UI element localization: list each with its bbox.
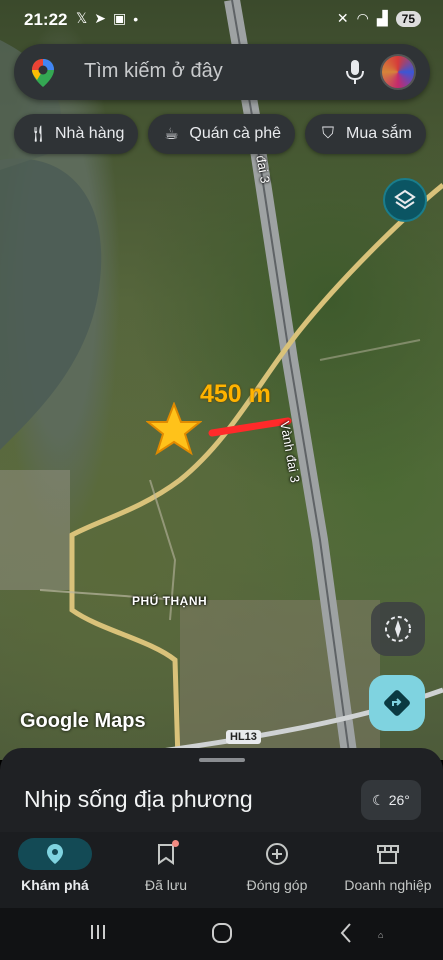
nav-label: Khám phá — [21, 877, 89, 893]
chip-label: Nhà hàng — [55, 125, 125, 142]
telegram-icon: ➤ — [94, 10, 107, 26]
sheet-title: Nhịp sống địa phương — [24, 786, 253, 812]
screenshot-icon: ▣ — [113, 10, 127, 26]
watermark-logo: ⌂ — [378, 930, 384, 940]
chip-label: Mua sắm — [346, 125, 412, 142]
chip-shopping[interactable]: ⛉ Mua sắm — [305, 114, 426, 154]
highway-badge: HL13 — [226, 730, 261, 744]
bottom-navigation: Khám phá Đã lưu Đóng góp Doanh nghiệp — [0, 832, 443, 908]
microphone-icon[interactable] — [345, 59, 365, 90]
compass-icon — [385, 616, 411, 642]
nav-label: Đóng góp — [246, 877, 308, 893]
distance-annotation: 450 m — [200, 380, 271, 408]
directions-button[interactable] — [369, 675, 425, 731]
shopping-bag-icon: ⛉ — [322, 125, 335, 142]
notification-dot — [172, 840, 179, 847]
bottom-sheet[interactable]: Nhịp sống địa phương ☾ 26° — [0, 748, 443, 832]
search-bar[interactable]: Tìm kiếm ở đây — [14, 44, 430, 100]
star-marker-icon — [145, 401, 203, 461]
home-icon[interactable] — [211, 922, 233, 949]
avatar[interactable] — [380, 54, 416, 90]
layers-icon — [394, 189, 416, 210]
chip-coffee[interactable]: ☕︎ Quán cà phê — [148, 114, 296, 154]
search-input[interactable]: Tìm kiếm ở đây — [84, 60, 223, 83]
place-label: PHÚ THẠNH — [132, 594, 208, 608]
dot-icon: • — [133, 10, 139, 27]
system-navigation-bar — [0, 908, 443, 960]
category-chips: 🍴︎ Nhà hàng ☕︎ Quán cà phê ⛉ Mua sắm — [14, 114, 426, 154]
nav-label: Đã lưu — [144, 877, 188, 893]
partly-cloudy-night-icon: ☾ — [372, 791, 385, 808]
nav-contribute[interactable]: Đóng góp — [222, 832, 332, 908]
nav-explore[interactable]: Khám phá — [0, 832, 110, 908]
chip-label: Quán cà phê — [189, 125, 282, 142]
x-icon: 𝕏 — [76, 10, 88, 26]
sheet-drag-handle[interactable] — [199, 758, 245, 762]
status-time: 21:22 — [24, 10, 68, 29]
compass-button[interactable] — [371, 602, 425, 656]
storefront-icon — [377, 845, 399, 864]
chip-restaurants[interactable]: 🍴︎ Nhà hàng — [14, 114, 139, 154]
signal-icon: ▟ — [376, 10, 388, 26]
mute-icon: ✕ — [336, 10, 349, 26]
layers-button[interactable] — [383, 178, 427, 222]
status-bar: 21:22 𝕏 ➤ ▣ • ✕ ◠ ▟ 75 — [0, 0, 443, 40]
temperature: 26° — [388, 792, 410, 808]
bookmark-icon — [158, 844, 174, 865]
google-maps-logo: Google Maps — [20, 710, 146, 732]
back-icon[interactable] — [338, 922, 354, 949]
weather-chip[interactable]: ☾ 26° — [361, 780, 421, 820]
coffee-icon: ☕︎ — [164, 126, 179, 143]
nav-label: Doanh nghiệp — [344, 877, 432, 893]
add-circle-icon — [266, 843, 288, 865]
wifi-icon: ◠ — [356, 10, 369, 26]
google-maps-pin-icon — [30, 58, 56, 93]
directions-icon — [384, 690, 410, 716]
battery-indicator: 75 — [395, 10, 421, 27]
location-pin-icon — [47, 844, 63, 864]
restaurant-icon: 🍴︎ — [28, 126, 49, 143]
nav-business[interactable]: Doanh nghiệp — [333, 832, 443, 908]
recent-apps-icon[interactable] — [88, 922, 108, 947]
nav-saved[interactable]: Đã lưu — [111, 832, 221, 908]
